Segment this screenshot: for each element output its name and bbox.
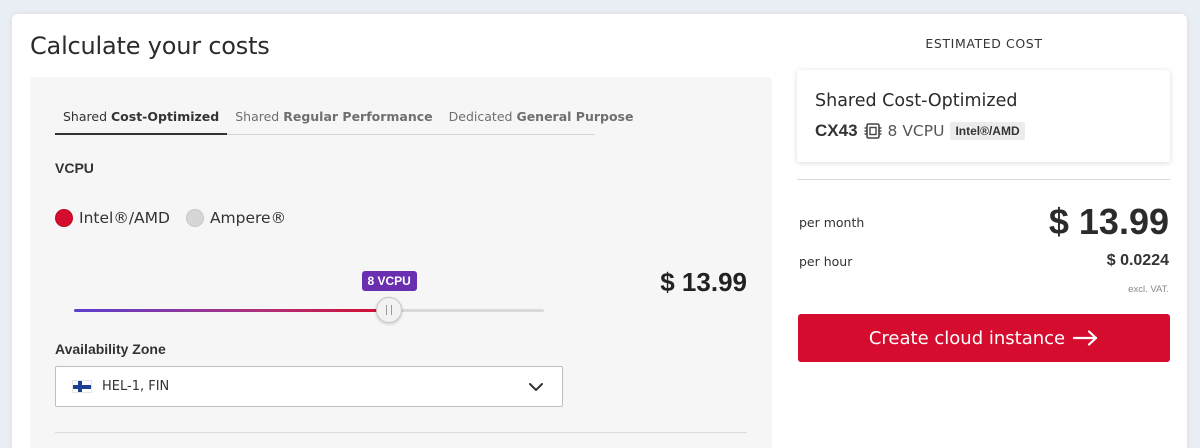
radio-unchecked-indicator[interactable] [185, 209, 204, 227]
per-month-label: per month [799, 215, 865, 230]
radio-ampere[interactable]: Ampere® [185, 209, 287, 227]
estimated-cost-heading: ESTIMATED COST [925, 36, 1043, 51]
configuration-panel: Shared Cost-Optimized Shared Regular Per… [30, 77, 772, 448]
radio-label: Ampere® [209, 209, 287, 227]
tab-shared-cost-optimized[interactable]: Shared Cost-Optimized [55, 107, 228, 135]
plan-summary-card: Shared Cost-Optimized CX43 8 VCPU Intel®… [797, 70, 1170, 162]
inline-price: $ 13.99 [660, 267, 747, 297]
section-divider [55, 432, 747, 433]
architecture-badge: Intel®/AMD [950, 122, 1025, 140]
cta-label: Create cloud instance [868, 327, 1066, 349]
plan-name: Shared Cost-Optimized [815, 91, 1018, 111]
tab-bold: Cost-Optimized [111, 109, 220, 124]
create-cloud-instance-button[interactable]: Create cloud instance [798, 314, 1170, 362]
tab-prefix: Dedicated [448, 109, 513, 124]
vcpu-slider-badge: 8 VCPU [361, 271, 417, 291]
server-code: CX43 [815, 121, 858, 140]
availability-zone-value: HEL-1, FIN [102, 379, 170, 394]
availability-zone-select[interactable]: HEL-1, FIN [55, 366, 563, 407]
server-type-tabs: Shared Cost-Optimized Shared Regular Per… [55, 107, 633, 135]
per-hour-label: per hour [799, 254, 853, 269]
tab-bold: Regular Performance [283, 109, 433, 124]
vat-note: excl. VAT. [1128, 284, 1169, 295]
availability-zone-label: Availability Zone [55, 341, 166, 357]
tab-dedicated-general-purpose[interactable]: Dedicated General Purpose [441, 107, 642, 135]
tab-prefix: Shared [235, 109, 280, 124]
radio-intel-amd[interactable]: Intel®/AMD [55, 209, 170, 227]
arrow-right-icon [1073, 330, 1098, 346]
chevron-down-icon [529, 383, 543, 391]
plan-specs: CX43 8 VCPU Intel®/AMD [815, 121, 1025, 141]
finland-flag-icon [72, 380, 92, 393]
vcpu-slider-thumb[interactable] [376, 297, 402, 323]
vcpu-section-label: VCPU [55, 160, 94, 176]
radio-checked-indicator[interactable] [55, 209, 73, 227]
per-hour-price: $ 0.0224 [1106, 252, 1169, 269]
estimate-divider [797, 179, 1170, 180]
page-title: Calculate your costs [30, 32, 270, 60]
cpu-chip-icon [864, 123, 882, 139]
vcpu-slider-fill [74, 309, 389, 312]
vcpu-count: 8 VCPU [887, 122, 945, 140]
architecture-radio-group: Intel®/AMD Ampere® [55, 209, 286, 227]
tab-bold: General Purpose [516, 109, 634, 124]
per-month-price: $ 13.99 [1048, 201, 1169, 242]
tab-shared-regular-performance[interactable]: Shared Regular Performance [227, 107, 440, 135]
radio-label: Intel®/AMD [79, 209, 170, 227]
tab-prefix: Shared [63, 109, 108, 124]
vcpu-slider[interactable] [74, 297, 544, 323]
